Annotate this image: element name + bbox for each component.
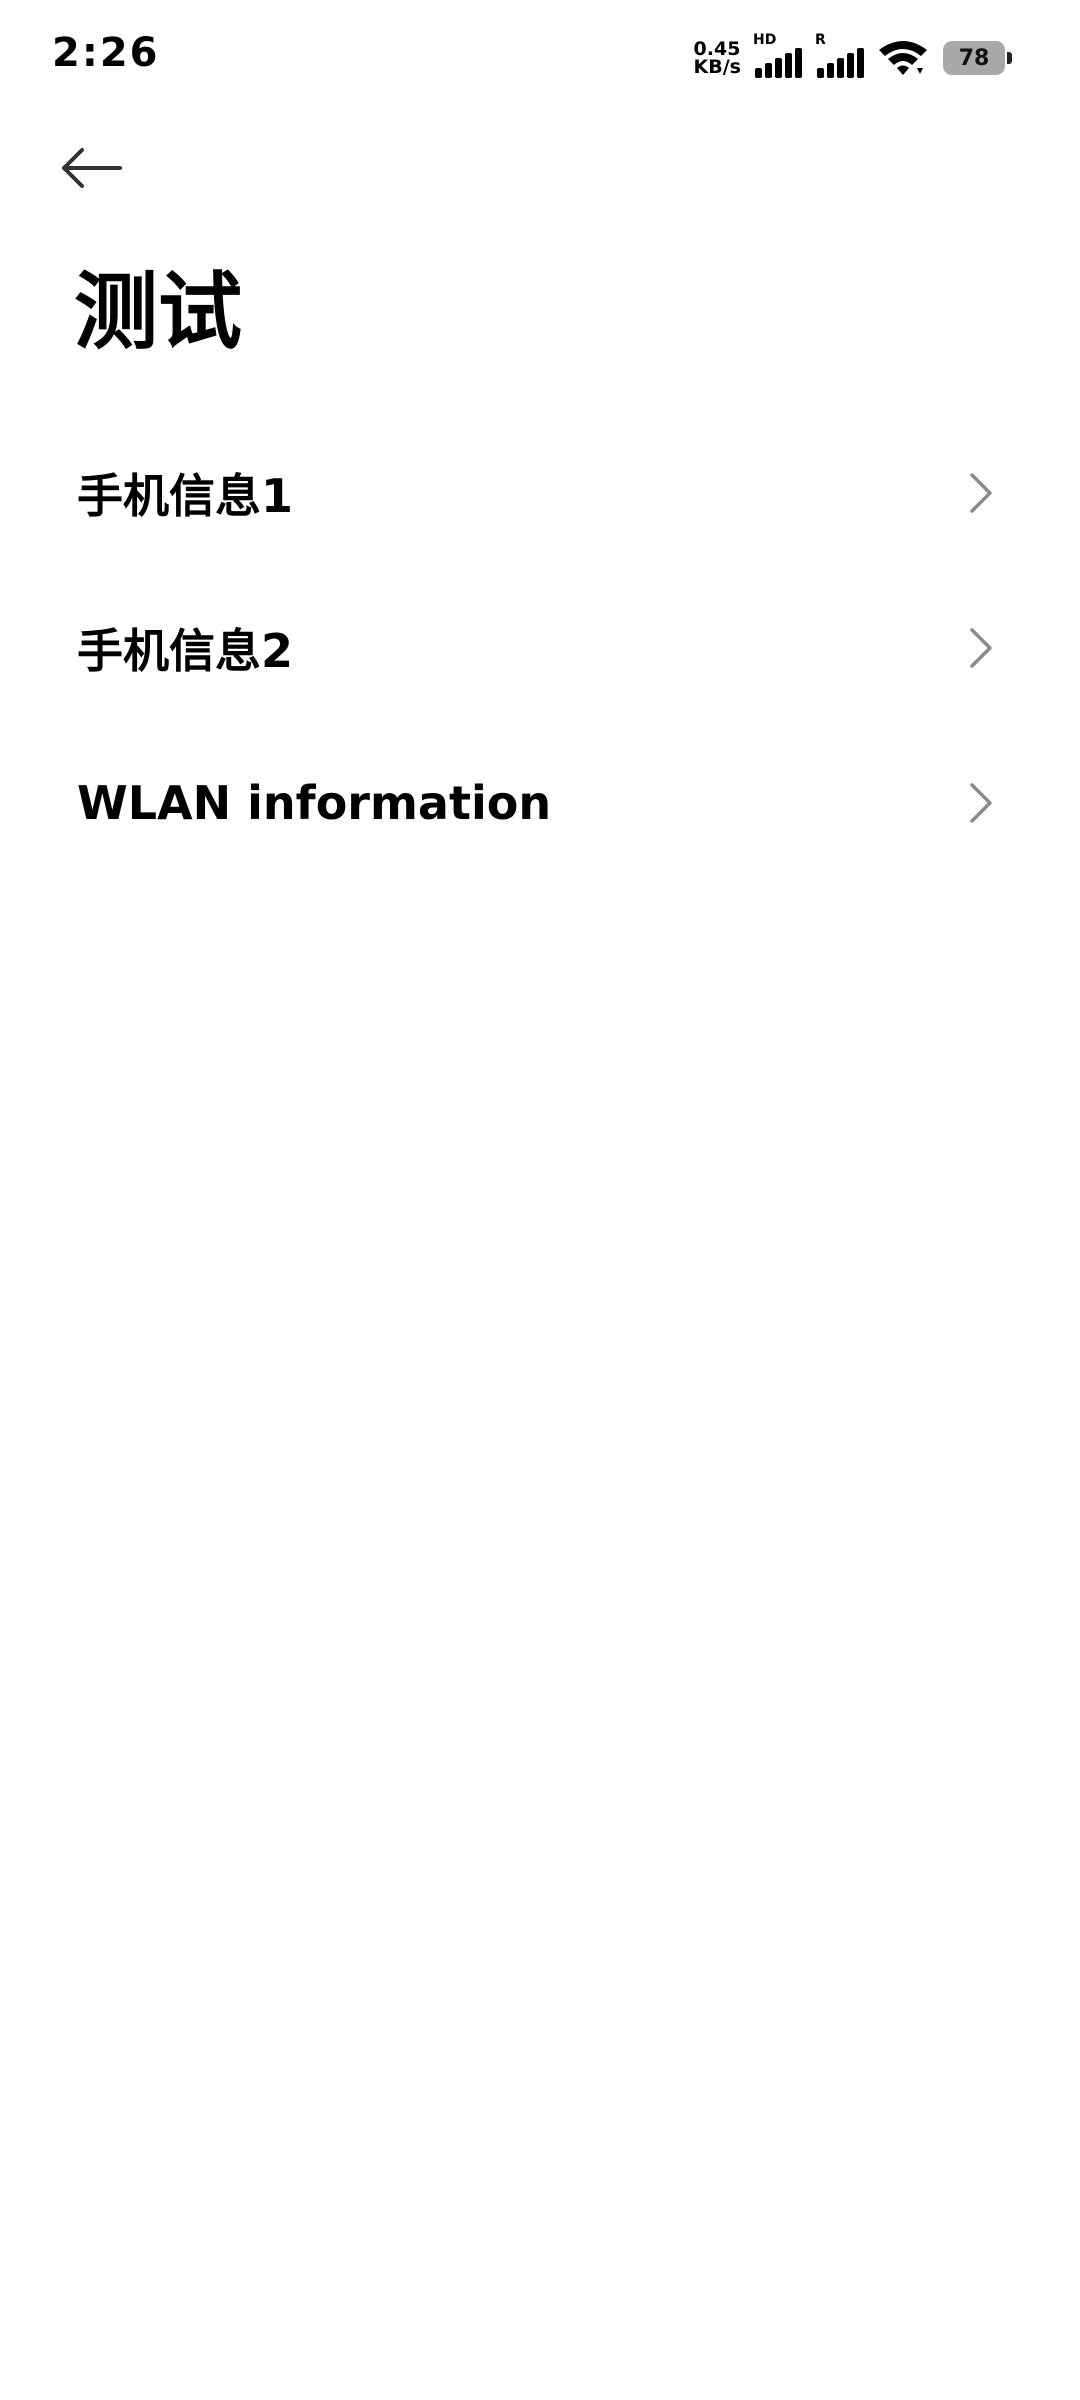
- signal-bars-icon: [817, 48, 864, 78]
- chevron-right-icon: [970, 782, 992, 823]
- signal-bars-icon: [755, 48, 802, 78]
- battery-cap: [1007, 52, 1012, 64]
- list-item-label: WLAN information: [77, 775, 552, 830]
- sim2-signal: R: [815, 32, 869, 78]
- status-time: 2:26: [52, 30, 160, 76]
- battery-indicator: 78: [943, 41, 1012, 75]
- chevron-right-icon: [970, 627, 992, 668]
- sim1-signal: HD: [753, 32, 807, 78]
- status-icons: 0.45 KB/s HD R 78: [693, 32, 1012, 80]
- network-speed: 0.45 KB/s: [693, 40, 741, 78]
- arrow-left-icon: [62, 148, 122, 188]
- chevron-right-icon: [970, 472, 992, 513]
- battery-level: 78: [943, 41, 1005, 75]
- list-item-label: 手机信息1: [77, 468, 294, 523]
- list-item-label: 手机信息2: [77, 623, 294, 678]
- sim1-hd-tag: HD: [753, 32, 777, 48]
- page-title: 测试: [74, 263, 243, 361]
- screen: 2:26 0.45 KB/s HD R 78 测试 手机信息1 手机信息2 WL…: [0, 0, 1080, 2400]
- list-item-wlan-information[interactable]: WLAN information: [0, 725, 1080, 880]
- status-bar: 2:26 0.45 KB/s HD R 78: [0, 0, 1080, 116]
- wifi-icon: [879, 41, 927, 75]
- list-item-phone-info-2[interactable]: 手机信息2: [0, 570, 1080, 725]
- back-button[interactable]: [52, 128, 132, 208]
- sim2-roaming-tag: R: [815, 32, 826, 48]
- list-item-phone-info-1[interactable]: 手机信息1: [0, 415, 1080, 570]
- network-speed-unit: KB/s: [693, 56, 741, 78]
- menu-list: 手机信息1 手机信息2 WLAN information: [0, 415, 1080, 880]
